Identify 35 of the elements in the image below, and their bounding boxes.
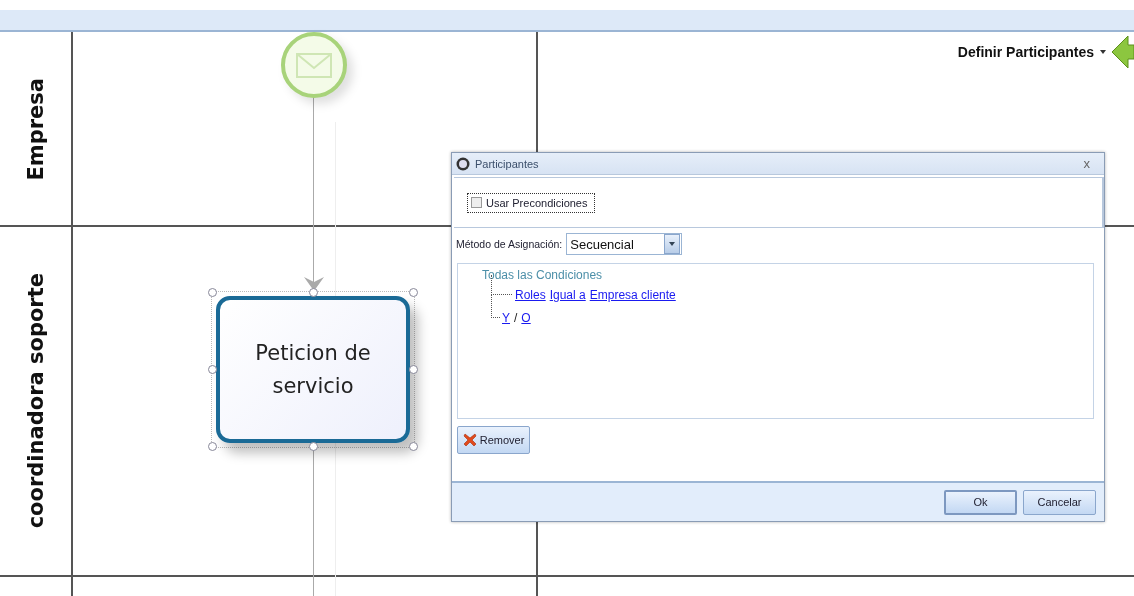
resize-handle[interactable] bbox=[409, 365, 418, 374]
lane-label: coordinadora soporte bbox=[24, 273, 48, 529]
method-label: Método de Asignación: bbox=[456, 238, 563, 250]
resize-handle[interactable] bbox=[208, 442, 217, 451]
separator: / bbox=[514, 310, 518, 325]
resize-handle[interactable] bbox=[409, 442, 418, 451]
remove-button[interactable]: Remover bbox=[457, 426, 530, 454]
or-link[interactable]: O bbox=[521, 310, 531, 325]
resize-handle[interactable] bbox=[309, 288, 318, 297]
tree-root-label: Todas las Condiciones bbox=[482, 267, 603, 283]
dropdown-arrow-icon bbox=[669, 242, 676, 246]
cancel-button[interactable]: Cancelar bbox=[1023, 489, 1096, 515]
condition-link[interactable]: Roles bbox=[515, 287, 546, 302]
resize-handle[interactable] bbox=[309, 442, 318, 451]
define-participants-menu[interactable]: Definir Participantes bbox=[957, 44, 1094, 60]
and-link[interactable]: Y bbox=[502, 310, 510, 325]
caret-icon bbox=[1100, 50, 1106, 54]
lane-label: Empresa bbox=[24, 77, 48, 181]
dialog-title: Participantes bbox=[475, 157, 540, 170]
checkbox-label: Usar Precondiciones bbox=[486, 196, 588, 209]
condition-link[interactable]: Empresa cliente bbox=[589, 287, 676, 302]
ok-button[interactable]: Ok bbox=[944, 489, 1017, 515]
condition-link[interactable]: Igual a bbox=[549, 287, 586, 302]
close-button[interactable]: x bbox=[1075, 156, 1098, 171]
task-shape[interactable]: Peticion de servicio bbox=[216, 296, 410, 443]
back-arrow-icon[interactable] bbox=[1112, 36, 1134, 68]
preconditions-checkbox[interactable]: Usar Precondiciones bbox=[467, 192, 595, 213]
resize-handle[interactable] bbox=[208, 365, 217, 374]
app-logo-icon bbox=[456, 156, 470, 171]
checkbox[interactable] bbox=[471, 197, 482, 208]
delete-icon bbox=[462, 433, 477, 447]
resize-handle[interactable] bbox=[208, 288, 217, 297]
message-event-icon[interactable] bbox=[279, 30, 349, 100]
method-dropdown[interactable]: Secuencial bbox=[566, 233, 683, 255]
resize-handle[interactable] bbox=[409, 288, 418, 297]
